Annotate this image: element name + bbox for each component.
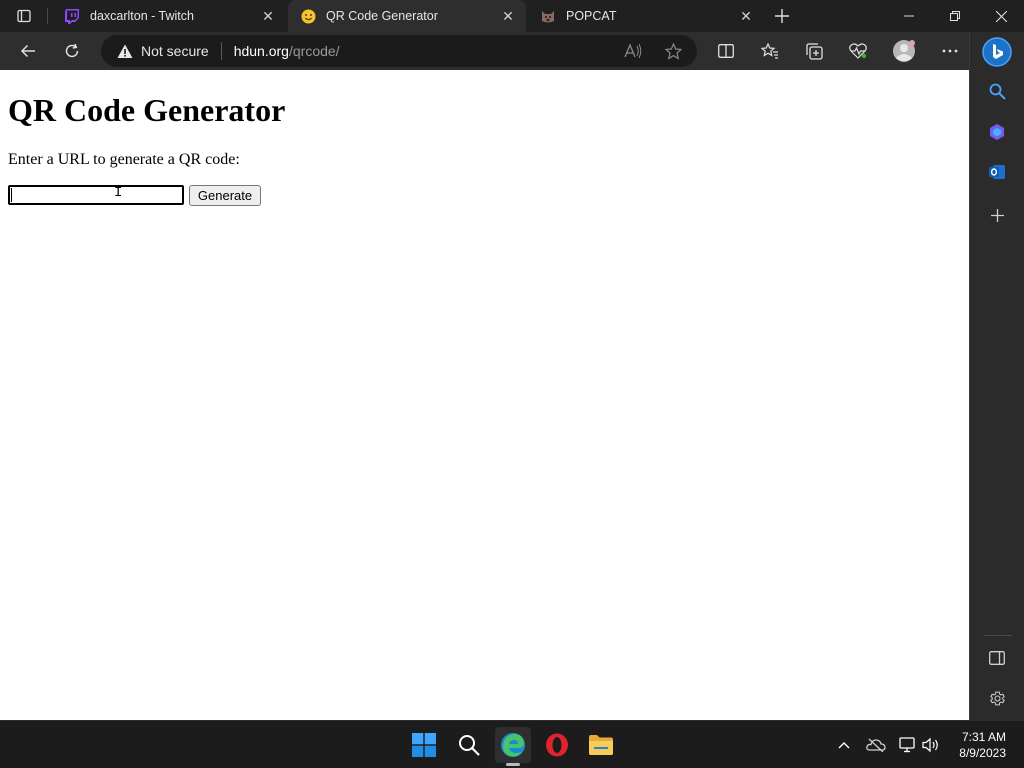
refresh-icon xyxy=(65,43,79,58)
collections-icon xyxy=(805,42,823,60)
url-host: hdun.org xyxy=(233,43,289,59)
taskbar-file-explorer-button[interactable] xyxy=(583,727,619,763)
taskbar-clock[interactable]: 7:31 AM 8/9/2023 xyxy=(959,729,1006,761)
new-tab-button[interactable] xyxy=(770,4,794,28)
url-input[interactable] xyxy=(8,185,184,205)
taskbar-opera-button[interactable] xyxy=(539,727,575,763)
sidebar-add-button[interactable] xyxy=(983,201,1011,229)
clock-date: 8/9/2023 xyxy=(959,746,1006,760)
split-screen-icon xyxy=(718,44,734,58)
restore-button[interactable] xyxy=(932,0,978,32)
collections-button[interactable] xyxy=(798,35,830,67)
page-content: QR Code Generator Enter a URL to generat… xyxy=(0,70,969,720)
network-icon xyxy=(899,737,915,753)
clock-time: 7:31 AM xyxy=(961,730,1006,744)
text-caret xyxy=(11,188,12,202)
twitch-icon xyxy=(64,8,80,24)
sidebar-settings-button[interactable] xyxy=(983,684,1011,712)
page-title: QR Code Generator xyxy=(8,92,286,128)
hide-sidebar-button[interactable] xyxy=(983,644,1011,672)
tab-actions-menu-button[interactable] xyxy=(12,6,36,26)
windows-taskbar: 7:31 AM 8/9/2023 xyxy=(0,720,1024,768)
browser-essentials-button[interactable] xyxy=(842,35,874,67)
close-tab-icon[interactable]: ✕ xyxy=(736,6,756,26)
tab-separator xyxy=(47,8,48,24)
show-hidden-icons-button[interactable] xyxy=(833,734,855,756)
bing-icon xyxy=(982,37,1012,67)
windows-logo-icon xyxy=(412,733,436,757)
smiley-face-icon xyxy=(300,8,316,24)
plus-icon xyxy=(775,9,789,23)
sidebar-divider xyxy=(984,635,1012,636)
tab-popcat[interactable]: POPCAT ✕ xyxy=(528,0,764,32)
url-path: /qrcode/ xyxy=(288,43,340,59)
settings-and-more-button[interactable] xyxy=(934,35,966,67)
start-button[interactable] xyxy=(406,727,442,763)
close-icon xyxy=(995,10,1007,22)
speaker-icon xyxy=(922,737,938,753)
tab-twitch[interactable]: daxcarlton - Twitch ✕ xyxy=(52,0,286,32)
favorites-button[interactable] xyxy=(754,35,786,67)
back-arrow-icon xyxy=(20,44,35,58)
sidebar-outlook-button[interactable] xyxy=(983,158,1011,186)
search-icon xyxy=(459,735,480,756)
back-button[interactable] xyxy=(12,35,44,67)
close-tab-icon[interactable]: ✕ xyxy=(498,6,518,26)
read-aloud-icon[interactable] xyxy=(617,35,649,67)
restore-icon xyxy=(950,11,960,21)
close-tab-icon[interactable]: ✕ xyxy=(258,6,278,26)
onedrive-offline-icon xyxy=(866,738,886,752)
edge-sidebar xyxy=(969,32,1024,720)
onedrive-tray-button[interactable] xyxy=(865,734,887,756)
popcat-icon xyxy=(540,8,556,24)
sidebar-search-button[interactable] xyxy=(983,77,1011,105)
outlook-icon xyxy=(989,165,1005,179)
warning-icon[interactable] xyxy=(117,44,133,59)
network-tray-button[interactable] xyxy=(897,734,919,756)
sidebar-copilot-button[interactable] xyxy=(983,118,1011,146)
taskbar-search-button[interactable] xyxy=(451,727,487,763)
minimize-button[interactable] xyxy=(886,0,932,32)
opera-icon xyxy=(546,733,568,757)
avatar xyxy=(893,40,915,62)
favorites-icon xyxy=(761,43,778,59)
gear-icon xyxy=(989,691,1005,705)
bing-chat-button[interactable] xyxy=(981,36,1013,68)
taskbar-edge-button[interactable] xyxy=(495,727,531,763)
heartbeat-icon xyxy=(849,43,867,59)
refresh-button[interactable] xyxy=(56,35,88,67)
folder-icon xyxy=(589,735,613,755)
copilot-icon xyxy=(990,124,1004,140)
chevron-up-icon xyxy=(838,742,850,749)
sidebar-panel-icon xyxy=(989,651,1005,665)
more-dots-icon xyxy=(942,49,958,53)
favorite-star-icon[interactable] xyxy=(657,35,689,67)
security-status-label[interactable]: Not secure xyxy=(141,43,209,59)
tab-title: QR Code Generator xyxy=(326,9,438,23)
tab-qr-code-generator[interactable]: QR Code Generator ✕ xyxy=(288,0,526,32)
tab-title: daxcarlton - Twitch xyxy=(90,9,194,23)
tab-title: POPCAT xyxy=(566,9,617,23)
tab-actions-icon xyxy=(17,9,31,23)
generate-button[interactable]: Generate xyxy=(189,185,261,206)
url-prompt-label: Enter a URL to generate a QR code: xyxy=(8,151,240,168)
close-window-button[interactable] xyxy=(978,0,1024,32)
minimize-icon xyxy=(904,15,914,17)
edge-icon xyxy=(501,733,525,757)
address-bar-actions xyxy=(617,35,689,67)
browser-toolbar: Not secure hdun.org/qrcode/ xyxy=(0,32,1024,70)
tab-strip: daxcarlton - Twitch ✕ QR Code Generator … xyxy=(0,0,1024,32)
address-divider xyxy=(220,42,222,60)
address-bar[interactable]: Not secure hdun.org/qrcode/ xyxy=(101,35,697,67)
split-screen-button[interactable] xyxy=(710,35,742,67)
volume-tray-button[interactable] xyxy=(920,734,942,756)
search-icon xyxy=(989,83,1006,100)
plus-icon xyxy=(990,208,1004,222)
active-app-indicator xyxy=(506,763,520,766)
profile-button[interactable] xyxy=(888,35,920,67)
text-cursor-icon: I xyxy=(114,185,123,201)
